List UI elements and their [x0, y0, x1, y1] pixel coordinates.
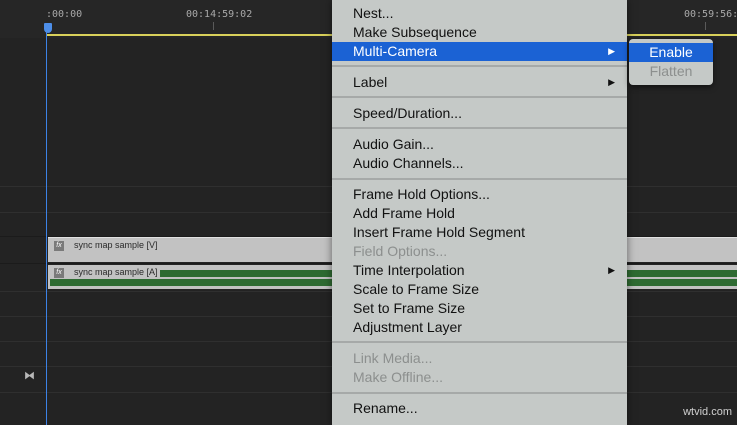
menu-separator — [332, 127, 627, 129]
menu-item-add-frame-hold[interactable]: Add Frame Hold — [332, 204, 627, 223]
sync-lock-icon[interactable]: ⧓ — [24, 369, 35, 382]
menu-item-label[interactable]: Label ▶ — [332, 73, 627, 92]
menu-item-rename[interactable]: Rename... — [332, 399, 627, 418]
timecode-start: :00:00 — [46, 9, 83, 20]
menu-item-audio-channels[interactable]: Audio Channels... — [332, 154, 627, 173]
ruler-tick — [213, 22, 214, 30]
menu-separator — [332, 96, 627, 98]
menu-item-insert-frame-hold-segment[interactable]: Insert Frame Hold Segment — [332, 223, 627, 242]
submenu-item-enable[interactable]: Enable — [629, 43, 713, 62]
fx-badge-icon: fx — [54, 241, 64, 251]
menu-item-make-subsequence[interactable]: Make Subsequence — [332, 23, 627, 42]
menu-item-scale-to-frame-size[interactable]: Scale to Frame Size — [332, 280, 627, 299]
watermark: wtvid.com — [683, 406, 732, 418]
menu-separator — [332, 178, 627, 180]
menu-item-audio-gain[interactable]: Audio Gain... — [332, 135, 627, 154]
menu-item-multi-camera[interactable]: Multi-Camera ▶ — [332, 42, 627, 61]
multi-camera-submenu: Enable Flatten — [629, 39, 713, 85]
submenu-arrow-icon: ▶ — [608, 265, 615, 275]
menu-item-set-to-frame-size[interactable]: Set to Frame Size — [332, 299, 627, 318]
playhead-handle[interactable] — [44, 23, 52, 33]
menu-separator — [332, 392, 627, 394]
menu-item-field-options: Field Options... — [353, 243, 448, 259]
menu-item-time-interpolation[interactable]: Time Interpolation ▶ — [332, 261, 627, 280]
menu-separator — [332, 65, 627, 67]
submenu-arrow-icon: ▶ — [608, 77, 615, 87]
playhead-line — [46, 30, 47, 425]
menu-item-speed-duration[interactable]: Speed/Duration... — [332, 104, 627, 123]
timecode-end: 00:59:56:0 — [684, 9, 737, 20]
menu-item-nest[interactable]: Nest... — [332, 4, 627, 23]
submenu-item-flatten: Flatten — [649, 63, 693, 79]
menu-item-frame-hold-options[interactable]: Frame Hold Options... — [332, 185, 627, 204]
submenu-arrow-icon: ▶ — [608, 46, 615, 56]
fx-badge-icon: fx — [54, 268, 64, 278]
audio-clip-name: sync map sample [A] — [74, 267, 160, 277]
menu-item-adjustment-layer[interactable]: Adjustment Layer — [332, 318, 627, 337]
context-menu: Nest... Make Subsequence Multi-Camera ▶ L… — [332, 0, 627, 425]
timecode-mid: 00:14:59:02 — [186, 9, 253, 20]
menu-item-link-media: Link Media... — [353, 350, 433, 366]
ruler-tick — [705, 22, 706, 30]
menu-item-make-offline: Make Offline... — [353, 369, 444, 385]
menu-separator — [332, 341, 627, 343]
video-clip-name: sync map sample [V] — [74, 240, 158, 250]
